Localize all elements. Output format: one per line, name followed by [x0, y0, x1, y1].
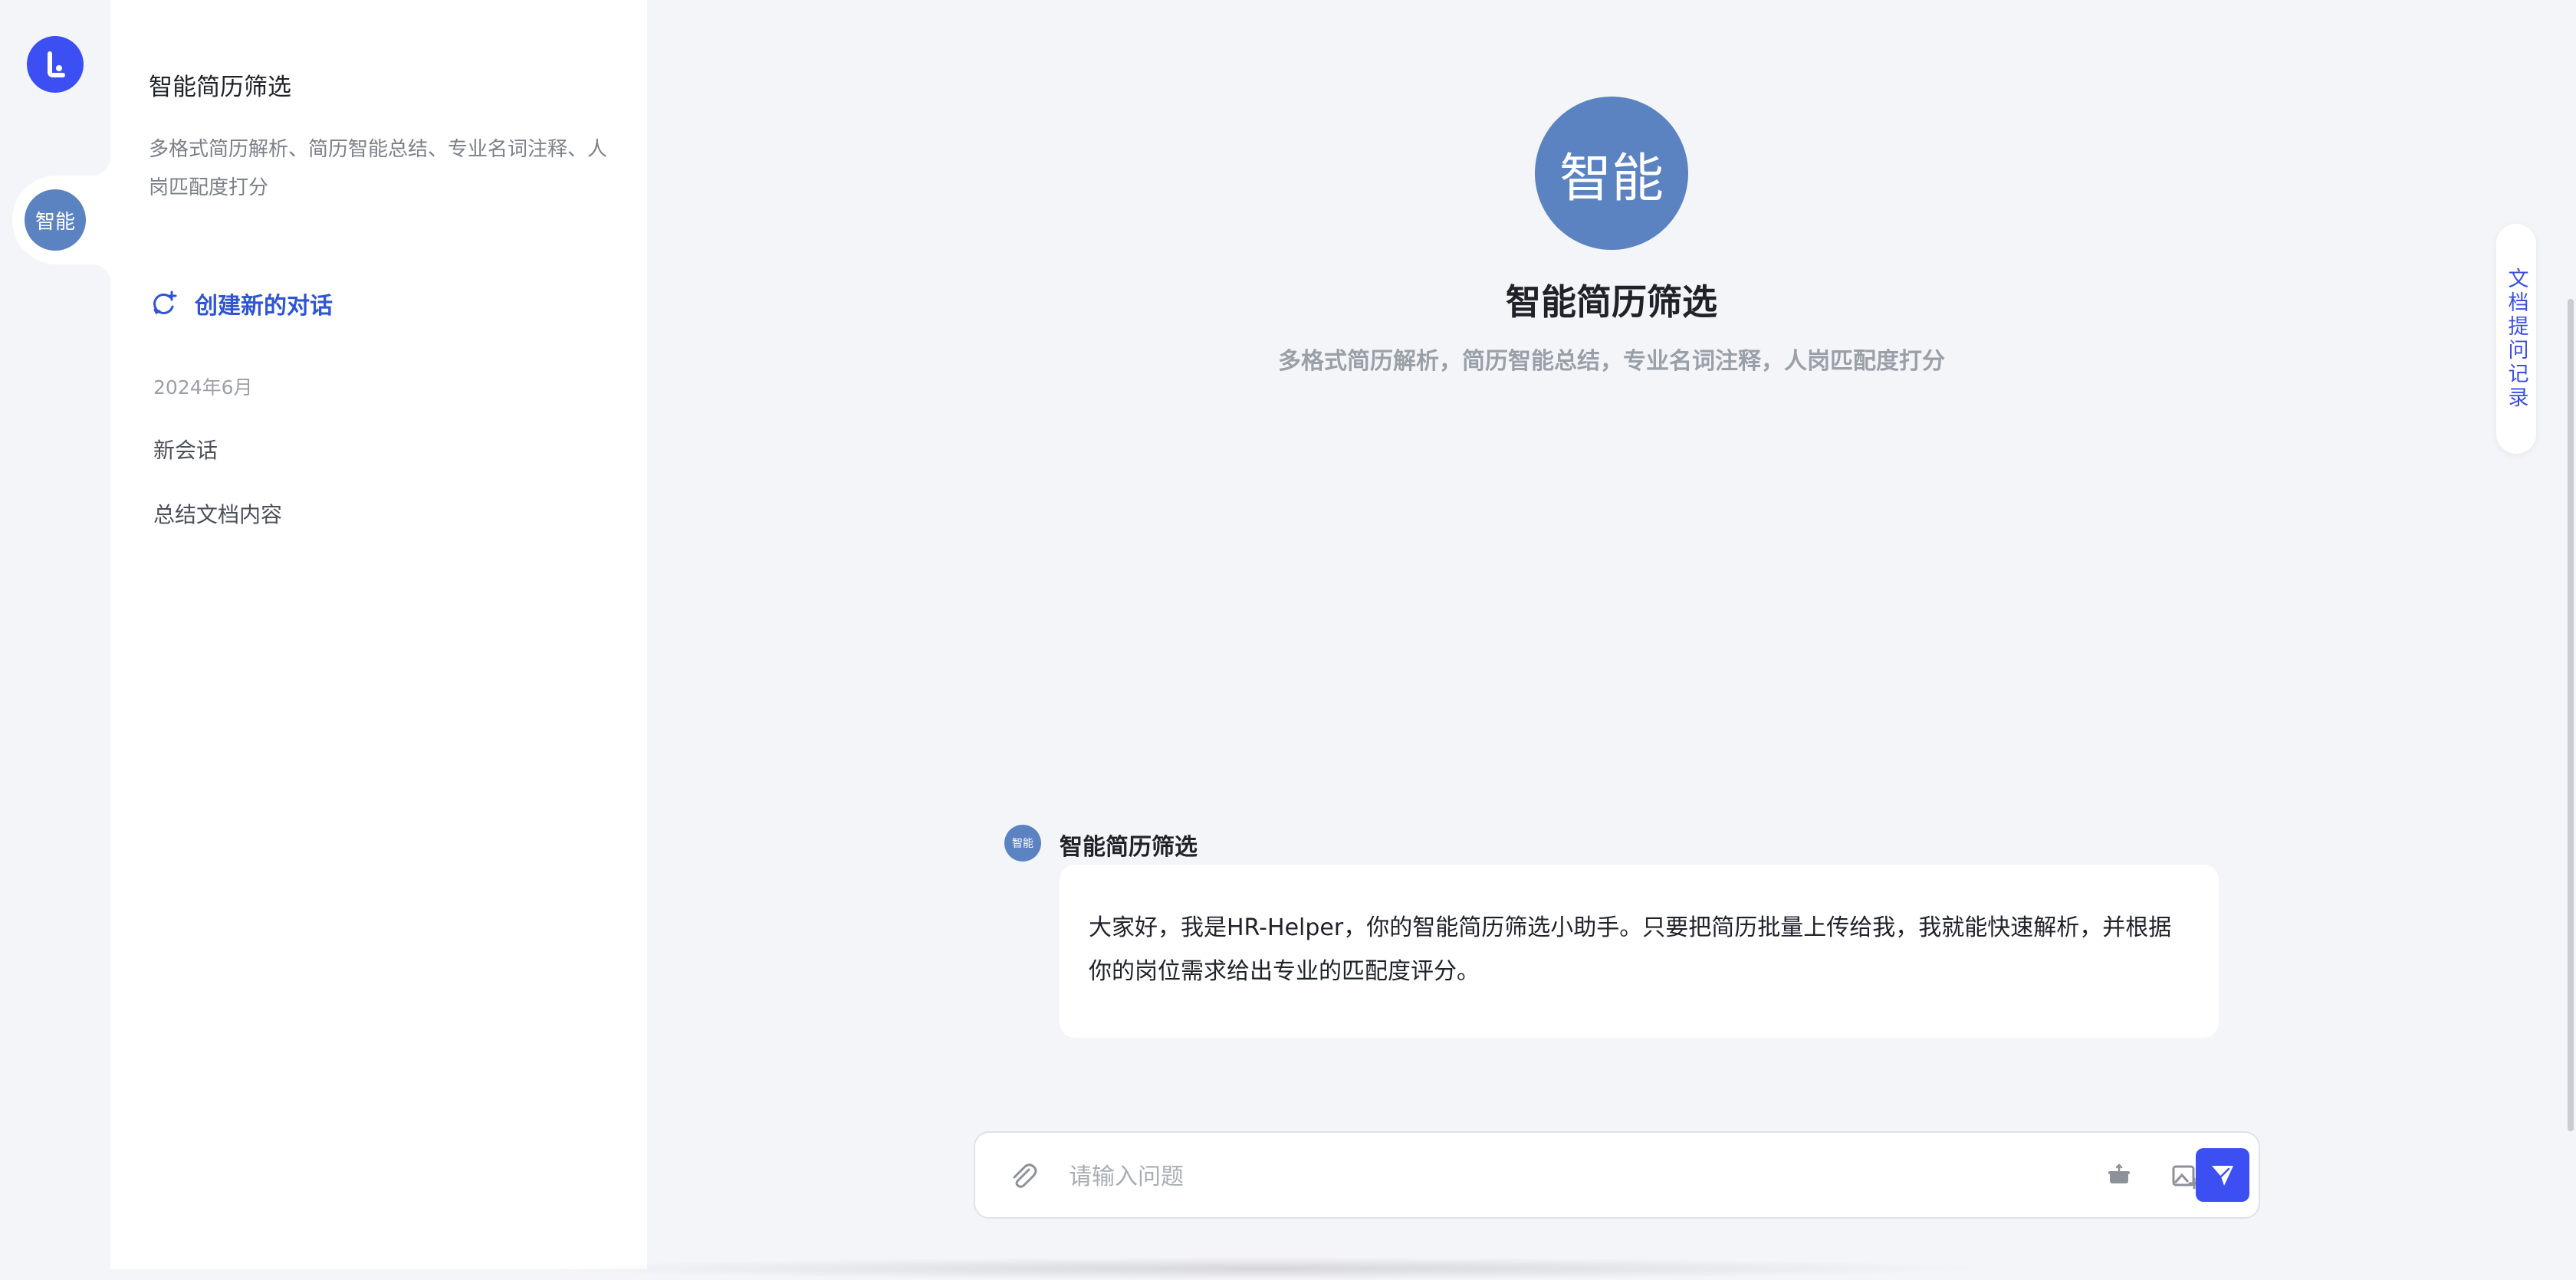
doc-history-label: 文档提问记录 — [2504, 267, 2528, 410]
new-chat-label: 创建新的对话 — [195, 293, 333, 320]
assistant-description: 多格式简历解析、简历智能总结、专业名词注释、人岗匹配度打分 — [149, 138, 608, 199]
scrollbar[interactable] — [2565, 0, 2576, 1269]
history-item[interactable]: 总结文档内容 — [153, 498, 282, 529]
new-chat-icon — [153, 290, 177, 315]
scrollbar-thumb[interactable] — [2568, 299, 2574, 1131]
send-button[interactable] — [2196, 1148, 2249, 1202]
avatar-label: 智能 — [34, 210, 75, 234]
message-sender: 智能简历筛选 — [1060, 834, 1198, 861]
message-avatar: 智能 — [1004, 825, 1041, 862]
message-bubble: 大家好，我是HR-Helper，你的智能简历筛选小助手。只要把简历批量上传给我，… — [1060, 865, 2219, 1038]
hero-avatar-label: 智能 — [1559, 148, 1664, 209]
hero-avatar: 智能 — [1535, 97, 1688, 250]
rail-tab-active[interactable]: 智能 — [12, 157, 110, 283]
message-avatar-label: 智能 — [1012, 838, 1033, 850]
question-input[interactable] — [1067, 1153, 1990, 1200]
app-rail: 智能 — [0, 0, 110, 1269]
chat-main: 智能 智能简历筛选 多格式简历解析，简历智能总结，专业名词注释，人岗匹配度打分 … — [647, 0, 2576, 1269]
assistant-avatar: 智能 — [25, 189, 86, 251]
cup-icon[interactable] — [2102, 1159, 2136, 1193]
doc-history-tab[interactable]: 文档提问记录 — [2496, 224, 2536, 454]
page-subtitle: 多格式简历解析，简历智能总结，专业名词注释，人岗匹配度打分 — [1278, 348, 1945, 375]
bottom-shadow — [537, 1257, 1993, 1280]
send-icon — [2212, 1166, 2233, 1186]
assistant-title: 智能简历筛选 — [149, 74, 291, 101]
message-text: 大家好，我是HR-Helper，你的智能简历筛选小助手。只要把简历批量上传给我，… — [1089, 914, 2172, 985]
sidebar: 智能简历筛选 多格式简历解析、简历智能总结、专业名词注释、人岗匹配度打分 创建新… — [110, 0, 647, 1269]
history-month: 2024年6月 — [153, 376, 253, 399]
attach-icon[interactable] — [1006, 1159, 1040, 1193]
new-chat-button[interactable]: 创建新的对话 — [150, 287, 333, 320]
history-item[interactable]: 新会话 — [153, 434, 218, 464]
chat-input-box — [974, 1131, 2260, 1219]
page-title: 智能简历筛选 — [1506, 281, 1717, 323]
logo-icon[interactable] — [27, 36, 84, 93]
